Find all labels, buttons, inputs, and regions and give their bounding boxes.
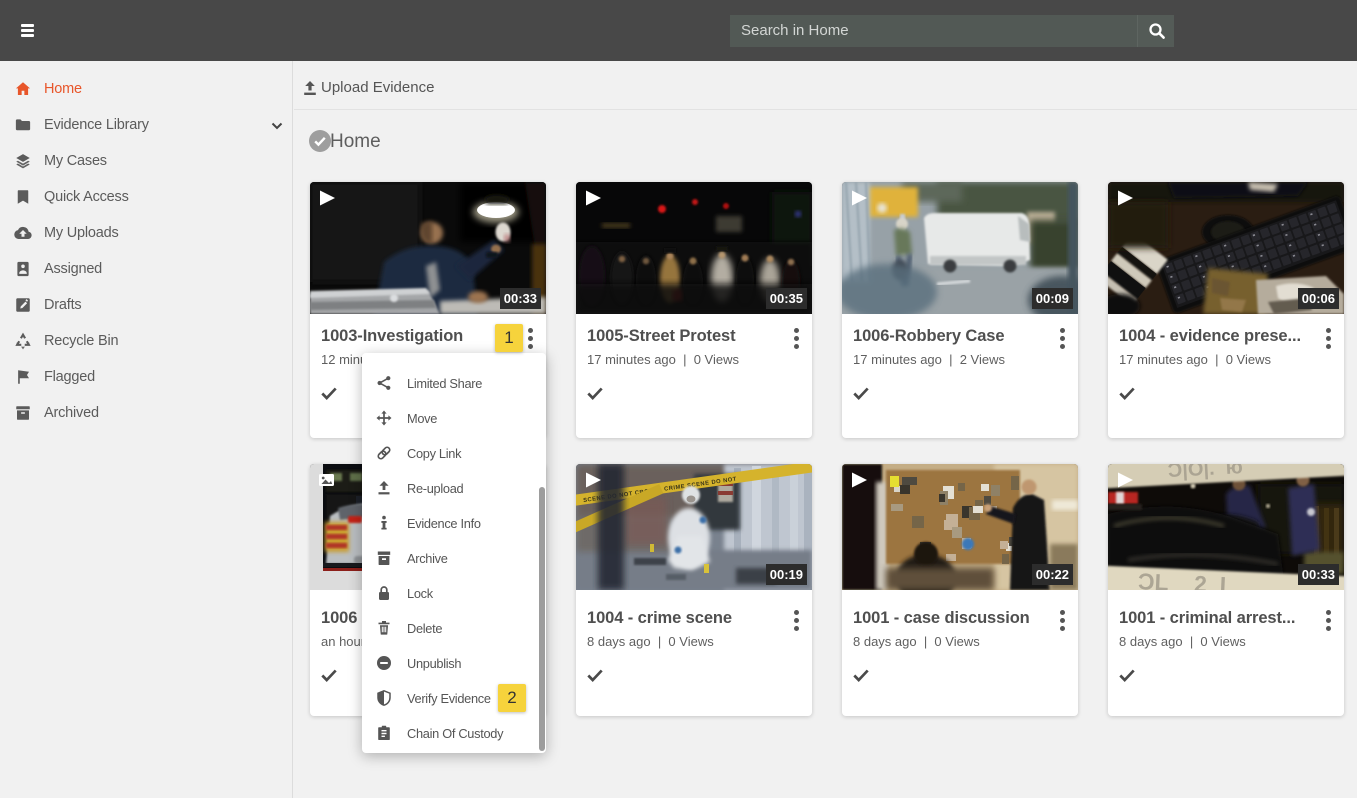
svg-text:ƆL 2 I: ƆL 2 I	[1137, 568, 1226, 590]
